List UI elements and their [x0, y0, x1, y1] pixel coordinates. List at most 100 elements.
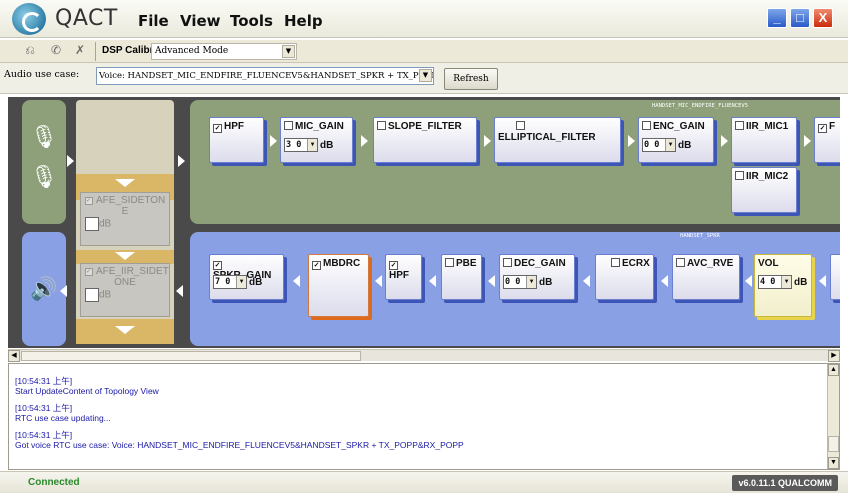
- menu-tools[interactable]: Tools: [230, 12, 273, 30]
- iir-mic1-checkbox[interactable]: [735, 121, 744, 130]
- microphone-icon[interactable]: 🎙: [22, 164, 66, 190]
- chevron-down-icon[interactable]: ▼: [282, 45, 295, 58]
- enc-gain-select[interactable]: 0 0 ▼: [642, 138, 676, 152]
- app-title: QACT: [55, 6, 118, 31]
- vol-name: VOL: [758, 258, 779, 269]
- menu-view[interactable]: View: [180, 12, 221, 30]
- mic-gain-checkbox[interactable]: [284, 121, 293, 130]
- spkr-gain-select[interactable]: 7 0 ▼: [213, 275, 247, 289]
- dec-gain-checkbox[interactable]: [503, 258, 512, 267]
- scroll-left-icon[interactable]: ◀: [8, 350, 20, 362]
- phone-icon[interactable]: ✆: [48, 43, 64, 58]
- use-case-value: Voice: HANDSET_MIC_ENDFIRE_FLUENCEV5&HAN…: [99, 71, 433, 81]
- rx-hpf-checkbox[interactable]: ✓: [389, 261, 398, 270]
- rx-hpf-block[interactable]: ✓HPF: [385, 254, 422, 300]
- chevron-down-icon[interactable]: ▼: [236, 276, 246, 288]
- afe-iir-sidetone-block[interactable]: ✓ AFE_IIR_SIDET ONE dB: [80, 263, 170, 317]
- tx-hpf-block[interactable]: ✓ HPF: [209, 117, 264, 163]
- microphone-icon[interactable]: 🎙: [22, 124, 66, 150]
- afe-sidetone-block[interactable]: ✓ AFE_SIDETON E dB: [80, 192, 170, 246]
- spkr-gain-checkbox[interactable]: ✓: [213, 261, 222, 270]
- arrow-right-icon: [721, 135, 728, 147]
- scroll-down-icon[interactable]: ▼: [828, 457, 839, 469]
- chevron-down-icon[interactable]: ▼: [419, 69, 432, 82]
- menu-help[interactable]: Help: [284, 12, 323, 30]
- connect-icon[interactable]: ⎌: [22, 43, 38, 58]
- elliptical-filter-checkbox[interactable]: [516, 121, 525, 130]
- chevron-down-icon[interactable]: ▼: [526, 276, 536, 288]
- qact-window: QACT File View Tools Help _ □ X ⎌ ✆ ✗ DS…: [0, 0, 848, 493]
- avc-rve-checkbox[interactable]: [676, 258, 685, 267]
- toolbar: ⎌ ✆ ✗ DSP Calibration Advanced Mode ▼: [0, 40, 848, 63]
- rx-next-block[interactable]: [830, 254, 840, 300]
- refresh-button[interactable]: Refresh: [444, 68, 498, 90]
- close-button[interactable]: X: [813, 8, 833, 28]
- minimize-button[interactable]: _: [767, 8, 787, 28]
- mode-select[interactable]: Advanced Mode ▼: [151, 43, 297, 60]
- tx-hpf-checkbox[interactable]: ✓: [213, 124, 222, 133]
- pbe-checkbox[interactable]: [445, 258, 454, 267]
- iir-mic1-block[interactable]: IIR_MIC1: [731, 117, 797, 163]
- menu-file[interactable]: File: [138, 12, 169, 30]
- vertical-scrollbar[interactable]: ▲ ▼: [827, 364, 839, 469]
- avc-rve-block[interactable]: AVC_RVE: [672, 254, 740, 300]
- log-panel: [10:54:31 上午] Start UpdateContent of Top…: [8, 363, 840, 470]
- tx-hpf-name: HPF: [224, 121, 244, 132]
- enc-gain-block[interactable]: ENC_GAIN 0 0 ▼ dB: [638, 117, 714, 163]
- dec-gain-name: DEC_GAIN: [514, 258, 566, 269]
- afe-sidetone-unit: dB: [99, 218, 112, 230]
- horizontal-scrollbar[interactable]: ◀ ▶: [8, 349, 840, 362]
- arrow-right-icon: [804, 135, 811, 147]
- arrow-left-icon: [745, 275, 752, 287]
- vol-select[interactable]: 4 0 ▼: [758, 275, 792, 289]
- chevron-down-icon[interactable]: ▼: [781, 276, 791, 288]
- mic-gain-select[interactable]: 3 0 ▼: [284, 138, 318, 152]
- mbdrc-checkbox[interactable]: ✓: [312, 261, 321, 270]
- fluence-checkbox[interactable]: ✓: [818, 124, 827, 133]
- arrow-right-icon: [628, 135, 635, 147]
- afe-iir-sidetone-checkbox[interactable]: ✓: [85, 268, 93, 276]
- dec-gain-block[interactable]: DEC_GAIN 0 0 ▼ dB: [499, 254, 575, 300]
- slope-filter-block[interactable]: SLOPE_FILTER: [373, 117, 477, 163]
- disconnect-icon[interactable]: ✗: [72, 43, 88, 58]
- mic-gain-value: 3 0: [286, 140, 302, 150]
- arrow-right-icon: [67, 155, 74, 167]
- spkr-gain-unit: dB: [249, 276, 263, 288]
- afe-sidetone-checkbox[interactable]: ✓: [85, 197, 93, 205]
- enc-gain-checkbox[interactable]: [642, 121, 651, 130]
- fluence-name: F: [829, 121, 836, 132]
- chevron-down-icon[interactable]: ▼: [307, 139, 317, 151]
- pbe-block[interactable]: PBE: [441, 254, 482, 300]
- mbdrc-block[interactable]: ✓ MBDRC: [308, 254, 369, 317]
- elliptical-filter-block[interactable]: ELLIPTICAL_FILTER: [494, 117, 621, 163]
- use-case-bar: Audio use case: Voice: HANDSET_MIC_ENDFI…: [0, 63, 848, 94]
- horizontal-scroll-thumb[interactable]: [21, 351, 361, 361]
- use-case-select[interactable]: Voice: HANDSET_MIC_ENDFIRE_FLUENCEV5&HAN…: [96, 67, 434, 85]
- vertical-scroll-thumb[interactable]: [828, 436, 839, 452]
- slope-filter-checkbox[interactable]: [377, 121, 386, 130]
- scroll-right-icon[interactable]: ▶: [828, 350, 840, 362]
- ecrx-checkbox[interactable]: [611, 258, 620, 267]
- vol-block[interactable]: VOL 4 0 ▼ dB: [754, 254, 812, 317]
- afe-iir-sidetone-unit: dB: [99, 289, 112, 301]
- arrow-right-icon: [270, 135, 277, 147]
- elliptical-filter-name: ELLIPTICAL_FILTER: [498, 132, 596, 143]
- spkr-gain-block[interactable]: ✓SPKR_GAIN 7 0▼dB: [209, 254, 284, 300]
- afe-sidetone-gain-select[interactable]: [85, 217, 99, 231]
- rx-lane-label: HANDSET_SPKR: [680, 233, 720, 239]
- chevron-down-icon[interactable]: ▼: [665, 139, 675, 151]
- arrow-down-icon: [115, 252, 135, 260]
- log-time: [10:54:31 上午]: [15, 376, 73, 386]
- maximize-button[interactable]: □: [790, 8, 810, 28]
- iir-mic2-checkbox[interactable]: [735, 171, 744, 180]
- ecrx-block[interactable]: ECRX: [595, 254, 654, 300]
- dec-gain-select[interactable]: 0 0 ▼: [503, 275, 537, 289]
- arrow-left-icon: [293, 275, 300, 287]
- scroll-up-icon[interactable]: ▲: [828, 364, 839, 376]
- afe-iir-sidetone-gain-select[interactable]: [85, 288, 99, 302]
- arrow-right-icon: [484, 135, 491, 147]
- arrow-left-icon: [661, 275, 668, 287]
- iir-mic2-block[interactable]: IIR_MIC2: [731, 167, 797, 213]
- mic-gain-block[interactable]: MIC_GAIN 3 0 ▼ dB: [280, 117, 353, 163]
- fluence-block[interactable]: ✓ F: [814, 117, 840, 163]
